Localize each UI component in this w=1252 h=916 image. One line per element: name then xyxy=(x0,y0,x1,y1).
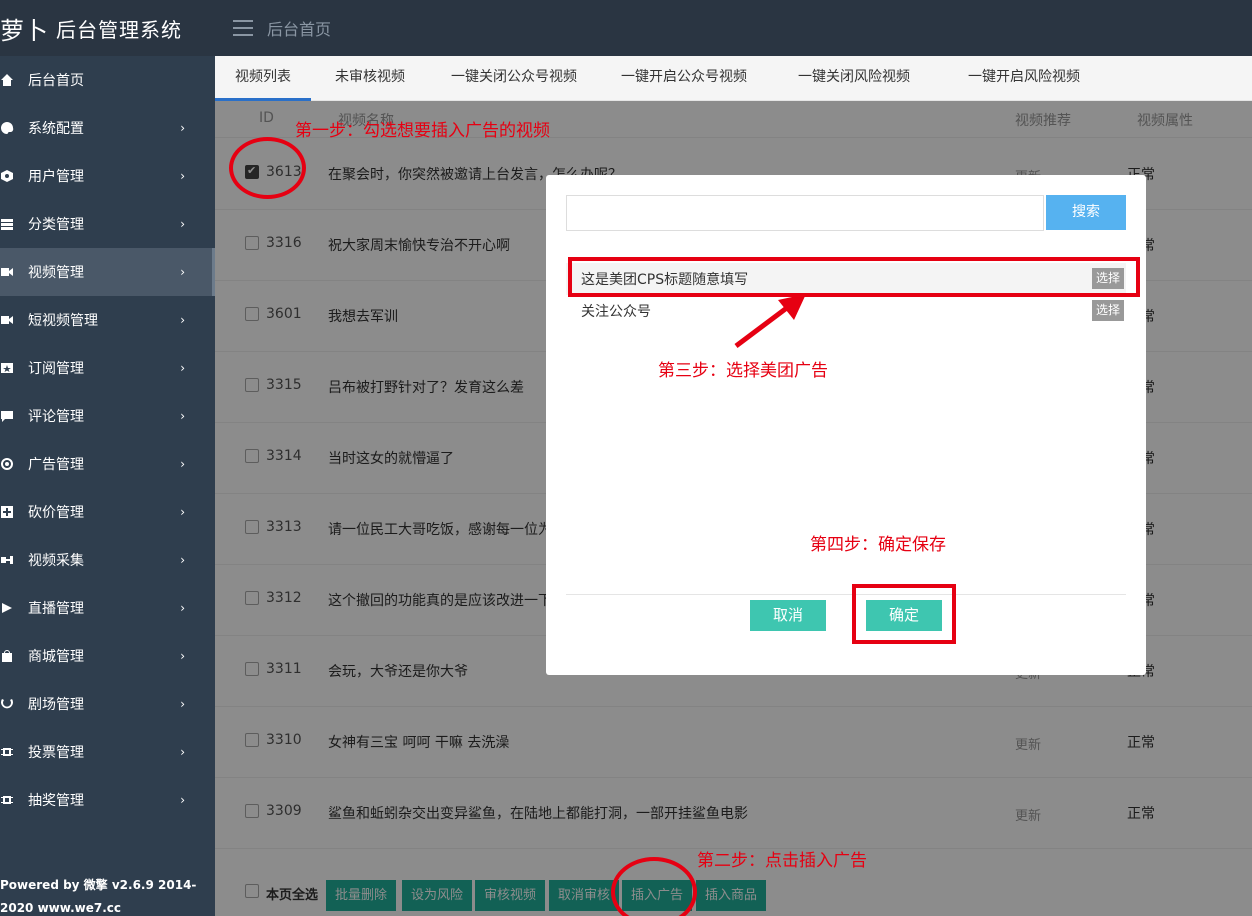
sidebar-item-label: 商城管理 xyxy=(28,649,84,665)
chip-icon xyxy=(0,745,28,759)
powered-line-1: Powered by 微擎 v2.6.9 2014- xyxy=(0,878,197,892)
broadcast-icon xyxy=(0,601,28,615)
sidebar-item-6[interactable]: 订阅管理 › xyxy=(0,344,215,392)
select-ad-button[interactable]: 选择 xyxy=(1091,300,1124,321)
sidebar-item-9[interactable]: 砍价管理 › xyxy=(0,488,215,536)
plus-box-icon xyxy=(0,505,28,519)
chevron-right-icon: › xyxy=(180,217,185,231)
bag-icon xyxy=(0,649,28,663)
home-icon xyxy=(0,73,28,87)
chevron-right-icon: › xyxy=(180,649,185,663)
powered-by: Powered by 微擎 v2.6.9 2014- 2020 www.we7.… xyxy=(0,874,196,916)
chevron-right-icon: › xyxy=(180,553,185,567)
sidebar-item-11[interactable]: 直播管理 › xyxy=(0,584,215,632)
annotation-step3: 第三步：选择美团广告 xyxy=(658,361,828,381)
sidebar-item-13[interactable]: 剧场管理 › xyxy=(0,680,215,728)
tab-5[interactable]: 一键开启风险视频 xyxy=(939,56,1109,101)
tab-1[interactable]: 未审核视频 xyxy=(311,56,429,101)
sidebar-item-label: 后台首页 xyxy=(28,73,84,89)
theater-icon xyxy=(0,697,28,711)
hamburger-menu-icon[interactable] xyxy=(233,20,253,36)
sidebar-item-4[interactable]: 视频管理 › xyxy=(0,248,215,296)
star-icon xyxy=(0,361,28,375)
sidebar-item-15[interactable]: 抽奖管理 › xyxy=(0,776,215,824)
video-icon xyxy=(0,313,28,327)
user-icon xyxy=(0,169,28,183)
cancel-button[interactable]: 取消 xyxy=(750,600,826,631)
brand: 萝卜 后台管理系统 xyxy=(0,0,215,56)
chip-icon xyxy=(0,793,28,807)
sidebar-item-label: 视频采集 xyxy=(28,553,84,569)
annotation-arrow-icon xyxy=(734,294,806,348)
plug-icon xyxy=(0,553,28,567)
tab-4[interactable]: 一键关闭风险视频 xyxy=(769,56,939,101)
tab-bar: 视频列表 未审核视频 一键关闭公众号视频 一键开启公众号视频 一键关闭风险视频 一键开启风… xyxy=(215,56,1252,101)
annotation-step4: 第四步：确定保存 xyxy=(810,535,946,555)
ad-select-modal: 搜索 这是美团CPS标题随意填写 选择 关注公众号 选择 取消 确定 xyxy=(546,175,1146,675)
sidebar-item-label: 直播管理 xyxy=(28,601,84,617)
search-button[interactable]: 搜索 xyxy=(1046,195,1126,230)
chevron-right-icon: › xyxy=(180,697,185,711)
sidebar: 萝卜 后台管理系统 后台首页系统配置 › 用户管理 › 分类管理 › 视频管理 › 短视频管理 ›… xyxy=(0,0,215,916)
chevron-right-icon: › xyxy=(180,745,185,759)
chevron-right-icon: › xyxy=(180,793,185,807)
chevron-right-icon: › xyxy=(180,121,185,135)
sidebar-item-label: 砍价管理 xyxy=(28,505,84,521)
sidebar-item-label: 投票管理 xyxy=(28,745,84,761)
sidebar-item-2[interactable]: 用户管理 › xyxy=(0,152,215,200)
brand-logo: 萝卜 xyxy=(0,16,48,45)
chevron-right-icon: › xyxy=(180,313,185,327)
sidebar-menu: 后台首页系统配置 › 用户管理 › 分类管理 › 视频管理 › 短视频管理 › 订阅管理 › 评论管理 ›… xyxy=(0,56,215,824)
sidebar-item-label: 剧场管理 xyxy=(28,697,84,713)
comment-icon xyxy=(0,409,28,423)
annotation-circle-checkbox xyxy=(229,137,306,199)
sidebar-item-label: 订阅管理 xyxy=(28,361,84,377)
chevron-right-icon: › xyxy=(180,361,185,375)
chevron-right-icon: › xyxy=(180,505,185,519)
chevron-right-icon: › xyxy=(180,265,185,279)
sidebar-item-12[interactable]: 商城管理 › xyxy=(0,632,215,680)
system-name: 后台管理系统 xyxy=(56,17,182,42)
sidebar-item-10[interactable]: 视频采集 › xyxy=(0,536,215,584)
chevron-right-icon: › xyxy=(180,601,185,615)
sidebar-item-label: 用户管理 xyxy=(28,169,84,185)
tab-2[interactable]: 一键关闭公众号视频 xyxy=(429,56,599,101)
sidebar-item-label: 短视频管理 xyxy=(28,313,98,329)
ad-title: 关注公众号 xyxy=(581,304,651,320)
top-bar: 后台首页 xyxy=(215,0,1252,56)
annotation-box-confirm xyxy=(852,584,956,644)
tab-3[interactable]: 一键开启公众号视频 xyxy=(599,56,769,101)
breadcrumb[interactable]: 后台首页 xyxy=(267,16,331,40)
sidebar-item-label: 分类管理 xyxy=(28,217,84,233)
sidebar-item-7[interactable]: 评论管理 › xyxy=(0,392,215,440)
ad-search-input[interactable] xyxy=(566,195,1044,231)
sidebar-item-8[interactable]: 广告管理 › xyxy=(0,440,215,488)
sidebar-item-label: 广告管理 xyxy=(28,457,84,473)
sidebar-item-label: 抽奖管理 xyxy=(28,793,84,809)
sidebar-item-1[interactable]: 系统配置 › xyxy=(0,104,215,152)
annotation-box-meituan xyxy=(568,257,1140,297)
ad-list-item: 关注公众号 选择 xyxy=(566,295,1126,327)
target-icon xyxy=(0,457,28,471)
annotation-step1: 第一步：勾选想要插入广告的视频 xyxy=(295,121,550,141)
video-icon xyxy=(0,265,28,279)
sidebar-item-0[interactable]: 后台首页 xyxy=(0,56,215,104)
sidebar-item-label: 视频管理 xyxy=(28,265,84,281)
chevron-right-icon: › xyxy=(180,457,185,471)
tab-0[interactable]: 视频列表 xyxy=(215,56,311,101)
modal-divider xyxy=(566,594,1126,595)
chevron-right-icon: › xyxy=(180,169,185,183)
sidebar-item-label: 系统配置 xyxy=(28,121,84,137)
sidebar-item-5[interactable]: 短视频管理 › xyxy=(0,296,215,344)
sidebar-item-label: 评论管理 xyxy=(28,409,84,425)
sidebar-item-14[interactable]: 投票管理 › xyxy=(0,728,215,776)
sidebar-item-3[interactable]: 分类管理 › xyxy=(0,200,215,248)
powered-line-2: 2020 www.we7.cc xyxy=(0,901,121,915)
annotation-step2: 第二步：点击插入广告 xyxy=(697,851,867,871)
chevron-right-icon: › xyxy=(180,409,185,423)
list-icon xyxy=(0,217,28,231)
palette-icon xyxy=(0,121,28,135)
